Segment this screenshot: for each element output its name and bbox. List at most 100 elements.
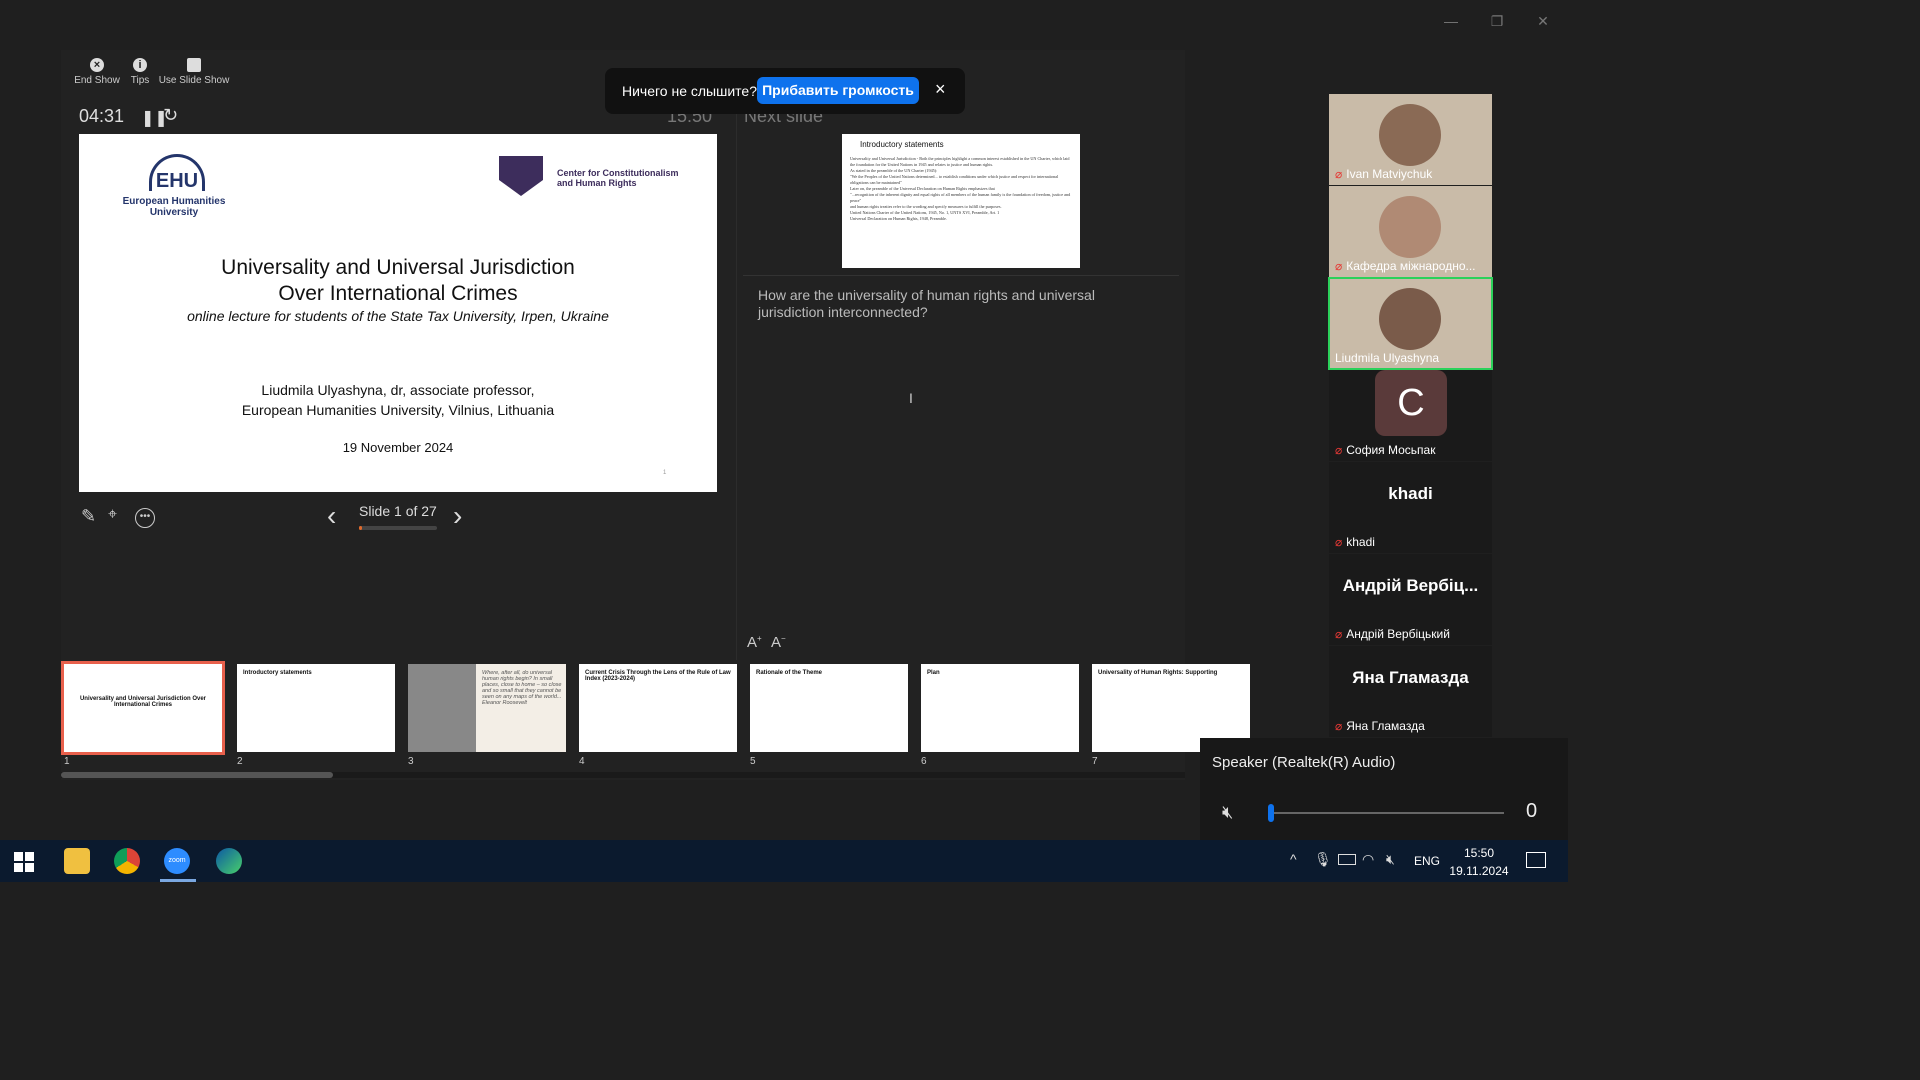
participant-name-label: ⌀ Кафедра міжнародно... (1335, 259, 1476, 273)
zoom-icon[interactable]: zoom (164, 848, 190, 874)
microphone-icon[interactable]: 🎙︎ (1314, 851, 1332, 868)
slide-thumbnail[interactable]: Where, after all, do universal human rig… (408, 664, 566, 752)
slide-title-2: Over International Crimes (278, 282, 518, 305)
center-name: Center for Constitutionalism and Human Ri… (557, 168, 679, 188)
participant-video (1379, 104, 1441, 166)
slide-author-2: European Humanities University, Vilnius,… (241, 402, 555, 418)
slide-author-1: Liudmila Ulyashyna, dr, associate profes… (261, 382, 535, 398)
participant-name-label: ⌀ Андрій Вербіцький (1335, 627, 1450, 641)
volume-muted-icon[interactable]: 🔇︎ (1386, 851, 1395, 868)
chrome-icon[interactable] (114, 848, 140, 874)
volume-slider[interactable] (1268, 804, 1504, 822)
slide-thumbnail[interactable]: Universality and Universal Jurisdiction … (61, 661, 225, 755)
start-button[interactable] (14, 852, 34, 872)
participant-tile[interactable]: Андрій Вербіц... ⌀ Андрій Вербіцький (1329, 554, 1492, 645)
thumbnail-scrollbar[interactable] (61, 772, 1185, 778)
previous-slide-button[interactable]: ‹ (327, 500, 336, 532)
minimize-button[interactable]: — (1428, 8, 1474, 34)
scrollbar-thumb[interactable] (61, 772, 333, 778)
participant-name: София Мосьпак (1346, 443, 1436, 457)
speaker-notes[interactable]: How are the universality of human rights… (758, 287, 1148, 321)
slide-thumbnail[interactable]: Plan (921, 664, 1079, 752)
participant-name-label: ⌀ khadi (1335, 535, 1375, 549)
use-slide-show-button[interactable]: Use Slide Show (158, 58, 230, 86)
pen-icon[interactable]: ✎ (81, 506, 96, 527)
volume-slider-handle[interactable] (1268, 804, 1274, 822)
participant-tile[interactable]: Яна Гламазда ⌀ Яна Гламазда (1329, 646, 1492, 737)
slideshow-icon (187, 58, 201, 72)
use-slide-show-label: Use Slide Show (158, 75, 230, 86)
speaker-muted-icon[interactable]: 🔇︎ (1222, 802, 1233, 823)
taskbar: zoom ^ 🎙︎ ◠ 🔇︎ ENG 15:50 19.11.2024 (0, 840, 1568, 882)
participant-name: Андрій Вербіцький (1346, 627, 1450, 641)
audio-panel: Speaker (Realtek(R) Audio) 🔇︎ 0 (1200, 738, 1568, 840)
file-explorer-icon[interactable] (64, 848, 90, 874)
more-options-icon[interactable]: ••• (135, 508, 155, 528)
decrease-font-button[interactable]: A− (771, 634, 786, 651)
muted-mic-icon: ⌀ (1335, 719, 1343, 733)
input-language[interactable]: ENG (1414, 854, 1440, 868)
participant-name: Liudmila Ulyashyna (1335, 351, 1440, 365)
close-circle-icon: × (90, 58, 104, 72)
participant-name-label: ⌀ Яна Гламазда (1335, 719, 1425, 733)
slide-thumbnail[interactable]: Introductory statements (237, 664, 395, 752)
participant-tile[interactable]: Liudmila Ulyashyna (1328, 277, 1493, 370)
muted-mic-icon: ⌀ (1335, 259, 1343, 273)
close-window-button[interactable]: ✕ (1520, 8, 1566, 34)
portrait-image (408, 664, 476, 752)
participant-display-name: khadi (1388, 484, 1433, 503)
muted-mic-icon: ⌀ (1335, 627, 1343, 641)
increase-font-button[interactable]: A+ (747, 634, 762, 651)
muted-mic-icon: ⌀ (1335, 167, 1343, 181)
participant-tile[interactable]: ⌀ Кафедра міжнародно... (1329, 186, 1492, 277)
thumbnail-number: 4 (579, 756, 585, 767)
participant-name-label: Liudmila Ulyashyna (1335, 351, 1439, 365)
thumbnail-number: 3 (408, 756, 414, 767)
slide-subtitle: online lecture for students of the State… (187, 308, 609, 324)
slide-page-number: 1 (663, 470, 667, 476)
slide-thumbnail[interactable]: Current Crisis Through the Lens of the R… (579, 664, 737, 752)
close-notification-button[interactable]: × (935, 79, 946, 100)
participant-name: Яна Гламазда (1346, 719, 1425, 733)
participant-avatar: С (1375, 370, 1447, 436)
slide-title-1: Universality and Universal Jurisdiction (221, 256, 575, 279)
thumbnail-number: 6 (921, 756, 927, 767)
notes-divider (743, 275, 1179, 276)
show-hidden-icons-icon[interactable]: ^ (1290, 851, 1297, 867)
speaker-device-label: Speaker (Realtek(R) Audio) (1212, 754, 1396, 771)
restore-button[interactable]: ❐ (1474, 8, 1520, 34)
laser-pointer-icon[interactable]: ⌖ (108, 506, 117, 524)
center-shield-logo (499, 156, 543, 196)
edge-icon[interactable] (216, 848, 242, 874)
participant-video (1379, 288, 1441, 350)
slide-thumbnail[interactable]: Rationale of the Theme (750, 664, 908, 752)
participant-tile[interactable]: С ⌀ София Мосьпак (1329, 370, 1492, 461)
participant-name-label: ⌀ София Мосьпак (1335, 443, 1435, 457)
wifi-icon[interactable]: ◠ (1362, 851, 1374, 868)
ehu-logo: EHU (155, 170, 199, 192)
next-slide-button[interactable]: › (453, 500, 462, 532)
participant-video (1379, 196, 1441, 258)
participant-tile[interactable]: khadi ⌀ khadi (1329, 462, 1492, 553)
muted-mic-icon: ⌀ (1335, 443, 1343, 457)
notifications-icon[interactable] (1526, 852, 1546, 868)
audio-notification: Ничего не слышите? Прибавить громкость × (605, 68, 965, 114)
info-icon: i (133, 58, 147, 72)
next-slide-body: Universality and Universal Jurisdiction … (850, 156, 1071, 221)
slide-date: 19 November 2024 (342, 440, 454, 455)
participant-name: Ivan Matviychuk (1346, 167, 1433, 181)
muted-mic-icon: ⌀ (1335, 535, 1343, 549)
taskbar-clock[interactable]: 15:50 19.11.2024 (1448, 844, 1510, 880)
restart-timer-icon[interactable]: ↻ (163, 105, 178, 126)
slide-progress-fill (359, 526, 362, 530)
participant-name: khadi (1346, 535, 1375, 549)
battery-icon[interactable] (1338, 854, 1356, 865)
next-slide-title: Introductory statements (860, 140, 944, 149)
increase-volume-button[interactable]: Прибавить громкость (757, 77, 919, 104)
participant-tile[interactable]: ⌀ Ivan Matviychuk (1329, 94, 1492, 185)
next-slide-preview[interactable]: Introductory statements Universality and… (842, 134, 1080, 268)
thumbnail-number: 7 (1092, 756, 1098, 767)
thumbnail-title: Introductory statements (243, 670, 312, 676)
slide-counter: Slide 1 of 27 (359, 503, 437, 519)
presenter-view: × End Show i Tips Use Slide Show 04:31 ❚… (61, 50, 1250, 780)
